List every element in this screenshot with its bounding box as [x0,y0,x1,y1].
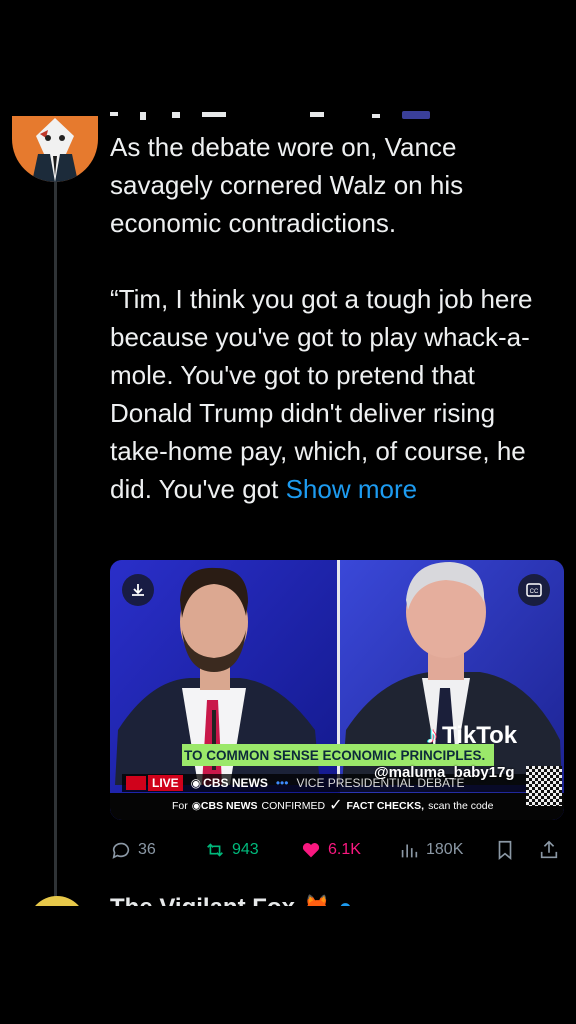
views-count: 180K [426,841,464,858]
network-name: CBS NEWS [203,776,268,790]
repost-count: 943 [232,841,259,858]
show-more-link[interactable]: Show more [286,474,418,504]
tiktok-brand: TikTok [442,722,518,749]
tiktok-logo-icon: ♪ [426,722,438,749]
reply-icon [112,842,130,859]
cbs-eye-icon: ◉ [190,776,202,790]
tweet-actions: 36 943 6.1K 180K [110,836,566,864]
share-button[interactable] [538,836,560,864]
heart-icon [302,843,320,858]
thread-line [54,182,57,900]
video-player[interactable]: CC TO COMMON SENSE ECONOMIC PRINCIPLES. … [110,560,564,820]
verified-badge-icon: ● [338,894,353,906]
footer-factchecks: FACT CHECKS, [346,800,425,812]
checkmark-icon: ✓ [329,797,343,814]
tiktok-watermark: ♪ TikTok [426,722,517,750]
tiktok-username: @maluma_baby17g [374,764,515,781]
footer-confirmed: CONFIRMED [261,800,326,812]
captions-icon[interactable]: CC [518,574,550,606]
fox-emoji-icon: 🦊 [302,894,332,906]
video-footer: For ◉ CBS NEWS CONFIRMED ✓ FACT CHECKS, … [172,796,532,816]
bookmark-button[interactable] [494,836,516,864]
reply-count: 36 [138,841,156,858]
next-tweet-author-name: The Vigilant Fox [110,894,295,906]
repost-icon [207,843,223,857]
author-header-cutoff [110,102,440,122]
like-button[interactable]: 6.1K [300,836,361,864]
svg-text:CC: CC [530,589,539,595]
qr-code [526,766,562,806]
next-tweet-author[interactable]: The Vigilant Fox 🦊 ● [110,894,510,906]
footer-prefix: For [172,800,188,812]
live-label: LIVE [148,775,183,791]
next-tweet-avatar[interactable] [28,896,86,906]
share-icon [540,840,558,859]
ticker-separator: ••• [275,776,289,790]
reply-button[interactable]: 36 [110,836,156,864]
repost-button[interactable]: 943 [204,836,259,864]
cbs-eye-icon-small: ◉ [191,800,201,812]
views-icon [401,844,418,858]
footer-network: CBS NEWS [200,800,258,812]
download-icon[interactable] [122,574,154,606]
author-avatar[interactable] [12,116,98,182]
tweet-body-text: As the debate wore on, Vance savagely co… [110,132,533,504]
tweet-body: As the debate wore on, Vance savagely co… [110,128,550,508]
like-count: 6.1K [328,841,361,858]
bookmark-icon [498,840,512,861]
views-button[interactable]: 180K [398,836,463,864]
footer-scan: scan the code [428,800,494,812]
